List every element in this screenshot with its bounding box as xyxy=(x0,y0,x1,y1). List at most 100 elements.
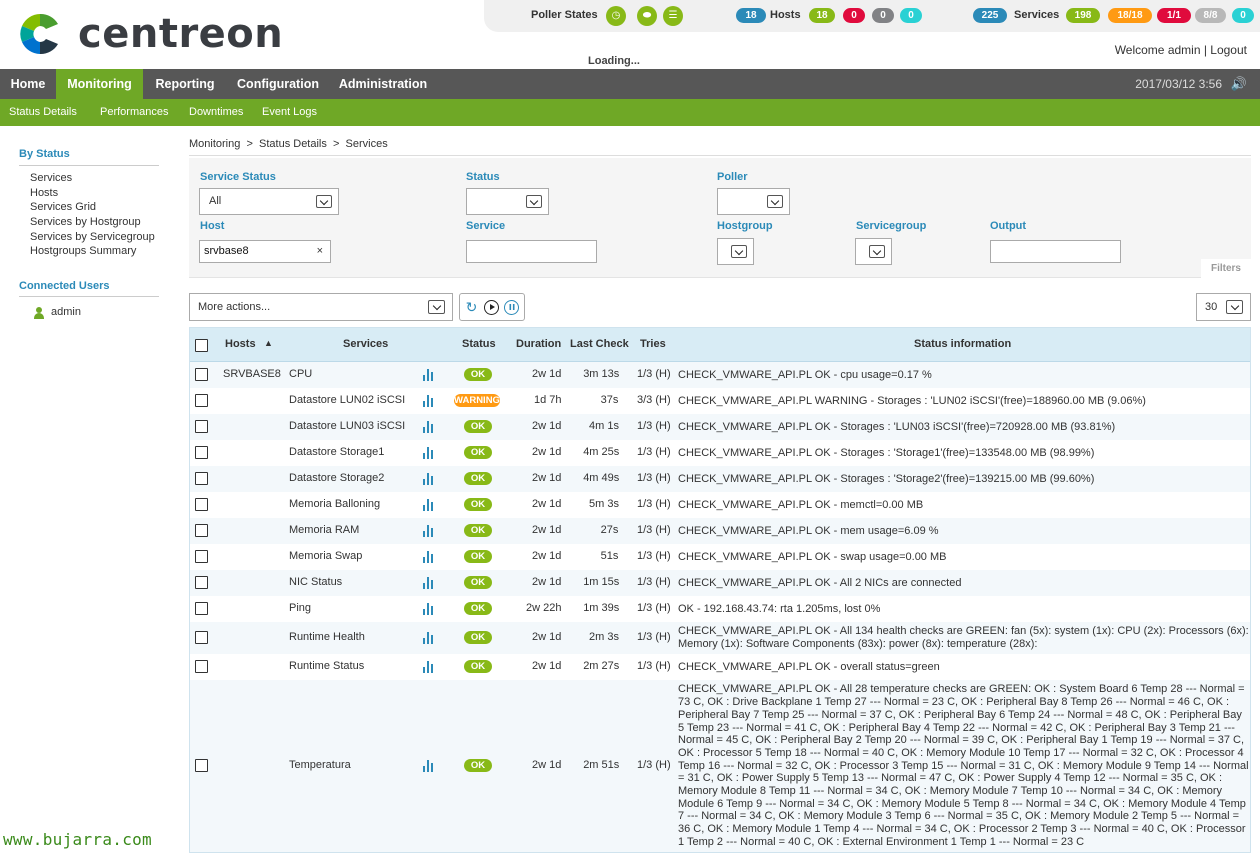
tab-administration[interactable]: Administration xyxy=(329,69,437,99)
row-checkbox[interactable] xyxy=(195,576,208,589)
host-filter-input[interactable]: srvbase8 × xyxy=(199,240,331,263)
services-critical-badge[interactable]: 1/1 xyxy=(1157,8,1191,23)
hosts-up-badge[interactable]: 18 xyxy=(809,8,835,23)
column-last-check[interactable]: Last Check xyxy=(570,338,629,350)
row-checkbox[interactable] xyxy=(195,498,208,511)
subnav-downtimes[interactable]: Downtimes xyxy=(189,106,243,118)
select-all-checkbox[interactable] xyxy=(195,339,208,352)
services-ok-badge[interactable]: 198 xyxy=(1066,8,1100,23)
services-total-badge[interactable]: 225 xyxy=(973,8,1007,23)
sidebar-item-services-by-hostgroup[interactable]: Services by Hostgroup xyxy=(30,216,141,228)
column-services[interactable]: Services xyxy=(343,338,388,350)
play-icon[interactable] xyxy=(484,300,499,315)
sidebar-item-services-grid[interactable]: Services Grid xyxy=(30,201,96,213)
subnav-event-logs[interactable]: Event Logs xyxy=(262,106,317,118)
service-name[interactable]: Memoria Balloning xyxy=(289,498,380,510)
row-checkbox[interactable] xyxy=(195,759,208,772)
hosts-pending-badge[interactable]: 0 xyxy=(900,8,922,23)
graph-icon[interactable] xyxy=(423,473,436,485)
service-name[interactable]: Memoria Swap xyxy=(289,550,362,562)
duration-value: 2w 1d xyxy=(532,368,562,380)
service-name[interactable]: Ping xyxy=(289,602,311,614)
graph-icon[interactable] xyxy=(423,632,436,644)
services-unknown-badge[interactable]: 8/8 xyxy=(1195,8,1226,23)
column-status[interactable]: Status xyxy=(462,338,496,350)
column-status-information[interactable]: Status information xyxy=(914,338,1011,350)
service-filter-input[interactable] xyxy=(466,240,597,263)
service-name[interactable]: Datastore LUN03 iSCSI xyxy=(289,420,405,432)
hosts-total-badge[interactable]: 18 xyxy=(736,8,766,23)
sidebar-item-hostgroups-summary[interactable]: Hostgroups Summary xyxy=(30,245,136,257)
poller-database-icon[interactable]: ⬬ xyxy=(637,6,657,26)
row-checkbox[interactable] xyxy=(195,472,208,485)
column-tries[interactable]: Tries xyxy=(640,338,666,350)
row-checkbox[interactable] xyxy=(195,368,208,381)
tab-monitoring[interactable]: Monitoring xyxy=(56,69,143,99)
sidebar-item-services-by-servicegroup[interactable]: Services by Servicegroup xyxy=(30,231,155,243)
graph-icon[interactable] xyxy=(423,661,436,673)
poller-latency-icon[interactable]: ◷ xyxy=(606,6,626,26)
connected-user-admin[interactable]: admin xyxy=(51,306,81,318)
column-duration[interactable]: Duration xyxy=(516,338,561,350)
service-name[interactable]: NIC Status xyxy=(289,576,342,588)
graph-icon[interactable] xyxy=(423,577,436,589)
column-hosts[interactable]: Hosts xyxy=(225,338,256,350)
output-filter-input[interactable] xyxy=(990,240,1121,263)
service-status-select[interactable]: All xyxy=(199,188,339,215)
services-warning-badge[interactable]: 18/18 xyxy=(1108,8,1152,23)
top-bar: centreon Poller States ◷ ⬬ ☰ 18 Hosts 18… xyxy=(0,0,1260,69)
servicegroup-select[interactable] xyxy=(855,238,892,265)
clear-icon[interactable]: × xyxy=(317,241,323,262)
graph-icon[interactable] xyxy=(423,603,436,615)
tab-home[interactable]: Home xyxy=(0,69,56,99)
row-checkbox[interactable] xyxy=(195,420,208,433)
volume-icon[interactable]: 🔊 xyxy=(1231,76,1247,92)
subnav-performances[interactable]: Performances xyxy=(100,106,168,118)
row-checkbox[interactable] xyxy=(195,524,208,537)
service-name[interactable]: CPU xyxy=(289,368,312,380)
service-name[interactable]: Datastore LUN02 iSCSI xyxy=(289,394,405,406)
results-per-page-select[interactable]: 30 xyxy=(1196,293,1251,321)
status-select[interactable] xyxy=(466,188,549,215)
row-checkbox[interactable] xyxy=(195,446,208,459)
hosts-down-badge[interactable]: 0 xyxy=(843,8,865,23)
service-name[interactable]: Runtime Status xyxy=(289,660,364,672)
service-name[interactable]: Runtime Health xyxy=(289,631,365,643)
graph-icon[interactable] xyxy=(423,421,436,433)
row-checkbox[interactable] xyxy=(195,602,208,615)
centreon-logo[interactable]: centreon xyxy=(18,12,283,56)
graph-icon[interactable] xyxy=(423,499,436,511)
tab-reporting[interactable]: Reporting xyxy=(143,69,227,99)
welcome-logout-link[interactable]: Welcome admin | Logout xyxy=(1115,43,1247,57)
host-name[interactable]: SRVBASE8 xyxy=(223,368,281,380)
service-name[interactable]: Temperatura xyxy=(289,759,351,771)
service-name[interactable]: Datastore Storage1 xyxy=(289,446,384,458)
subnav-status-details[interactable]: Status Details xyxy=(9,106,77,118)
graph-icon[interactable] xyxy=(423,395,436,407)
services-pending-badge[interactable]: 0 xyxy=(1232,8,1254,23)
service-name[interactable]: Memoria RAM xyxy=(289,524,359,536)
row-checkbox[interactable] xyxy=(195,631,208,644)
row-checkbox[interactable] xyxy=(195,550,208,563)
sidebar-item-hosts[interactable]: Hosts xyxy=(30,187,58,199)
hostgroup-select[interactable] xyxy=(717,238,754,265)
graph-icon[interactable] xyxy=(423,551,436,563)
row-checkbox[interactable] xyxy=(195,394,208,407)
graph-icon[interactable] xyxy=(423,447,436,459)
row-checkbox[interactable] xyxy=(195,660,208,673)
graph-icon[interactable] xyxy=(423,760,436,772)
poller-select[interactable] xyxy=(717,188,790,215)
last-check-value: 3m 13s xyxy=(583,368,620,380)
poller-list-icon[interactable]: ☰ xyxy=(663,6,683,26)
sidebar-item-services[interactable]: Services xyxy=(30,172,72,184)
more-actions-select[interactable]: More actions... xyxy=(189,293,453,321)
graph-icon[interactable] xyxy=(423,369,436,381)
refresh-icon[interactable]: ↻ xyxy=(464,300,479,315)
tab-configuration[interactable]: Configuration xyxy=(227,69,329,99)
graph-icon[interactable] xyxy=(423,525,436,537)
service-name[interactable]: Datastore Storage2 xyxy=(289,472,384,484)
pause-icon[interactable] xyxy=(504,300,519,315)
filters-toggle-tab[interactable]: Filters xyxy=(1201,259,1251,278)
hosts-unreachable-badge[interactable]: 0 xyxy=(872,8,894,23)
sort-ascending-icon[interactable]: ▲ xyxy=(264,338,273,348)
